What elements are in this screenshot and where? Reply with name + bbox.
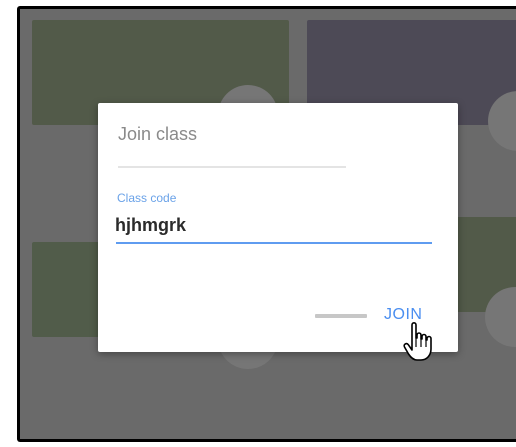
class-code-input[interactable]: hjhmgrk (115, 215, 186, 236)
class-code-underline (116, 242, 432, 244)
title-divider (118, 166, 346, 168)
cancel-label-placeholder (315, 314, 367, 318)
dialog-title: Join class (118, 124, 198, 144)
class-card (32, 242, 102, 337)
join-class-dialog: Join class Class code hjhmgrk JOIN (98, 103, 458, 352)
class-code-label: Class code (117, 191, 177, 205)
cancel-button[interactable] (313, 308, 369, 324)
hand-pointer-icon (403, 322, 432, 361)
